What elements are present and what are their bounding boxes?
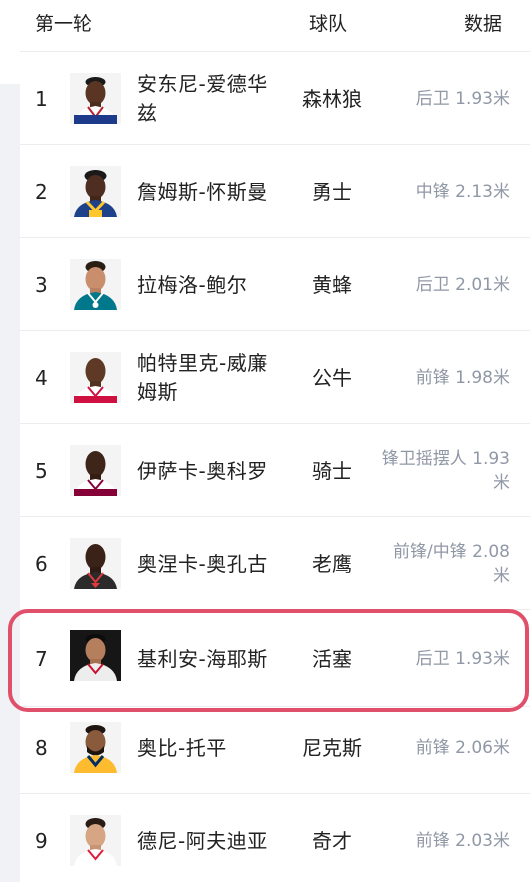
player-team: 奇才: [312, 829, 352, 853]
table-row[interactable]: 3 拉梅洛-鲍尔 黄蜂 后卫 2.01米: [20, 239, 530, 331]
player-avatar[interactable]: [70, 166, 121, 217]
player-info: 后卫 2.01米: [415, 275, 510, 295]
table-row[interactable]: 6 奥涅卡-奥孔古 老鹰 前锋/中锋 2.08米: [20, 518, 530, 610]
player-info: 中锋 2.13米: [415, 182, 510, 202]
player-name[interactable]: 詹姆斯-怀斯曼: [137, 146, 277, 238]
player-name[interactable]: 德尼-阿夫迪亚: [137, 795, 277, 882]
pick-number: 6: [35, 552, 48, 576]
player-team: 骑士: [312, 459, 352, 483]
player-team: 尼克斯: [302, 736, 362, 760]
pick-number: 8: [35, 736, 48, 760]
player-avatar[interactable]: [70, 722, 121, 773]
pick-number: 5: [35, 459, 48, 483]
player-info: 后卫 1.93米: [415, 89, 510, 109]
player-name[interactable]: 伊萨卡-奥科罗: [137, 425, 277, 517]
player-avatar[interactable]: [70, 352, 121, 403]
player-team: 勇士: [312, 180, 352, 204]
header-team: 球队: [309, 13, 348, 35]
player-team: 老鹰: [312, 552, 352, 576]
pick-number: 4: [35, 366, 48, 390]
pick-number: 2: [35, 180, 48, 204]
left-panel-edge: [0, 84, 20, 882]
highlight-frame: [8, 609, 529, 712]
draft-table: 第一轮 球队 数据 1 安东尼-爱德华兹 森林狼 后卫 1.93米 2 詹姆斯-…: [20, 0, 530, 882]
player-avatar[interactable]: [70, 815, 121, 866]
player-avatar[interactable]: [70, 538, 121, 589]
player-avatar[interactable]: [70, 73, 121, 124]
player-team: 黄蜂: [312, 273, 352, 297]
player-info: 前锋 1.98米: [415, 368, 510, 388]
player-name[interactable]: 奥涅卡-奥孔古: [137, 518, 277, 610]
player-info: 锋卫摇摆人 1.93米: [381, 449, 510, 493]
player-team: 森林狼: [302, 87, 362, 111]
table-row[interactable]: 8 奥比-托平 尼克斯 前锋 2.06米: [20, 702, 530, 794]
table-row[interactable]: 5 伊萨卡-奥科罗 骑士 锋卫摇摆人 1.93米: [20, 425, 530, 517]
player-name[interactable]: 安东尼-爱德华兹: [137, 53, 277, 145]
table-row[interactable]: 4 帕特里克-威廉姆斯 公牛 前锋 1.98米: [20, 332, 530, 424]
pick-number: 1: [35, 87, 48, 111]
pick-number: 3: [35, 273, 48, 297]
pick-number: 9: [35, 829, 48, 853]
table-header: 第一轮 球队 数据: [20, 0, 530, 52]
header-data: 数据: [464, 13, 503, 35]
player-avatar[interactable]: [70, 259, 121, 310]
player-name[interactable]: 奥比-托平: [137, 702, 277, 794]
table-row[interactable]: 9 德尼-阿夫迪亚 奇才 前锋 2.03米: [20, 795, 530, 882]
player-info: 前锋 2.03米: [415, 831, 510, 851]
player-name[interactable]: 拉梅洛-鲍尔: [137, 239, 277, 331]
player-info: 前锋 2.06米: [415, 738, 510, 758]
player-name[interactable]: 帕特里克-威廉姆斯: [137, 332, 277, 424]
player-info: 前锋/中锋 2.08米: [393, 542, 510, 586]
player-avatar[interactable]: [70, 445, 121, 496]
table-row[interactable]: 1 安东尼-爱德华兹 森林狼 后卫 1.93米: [20, 53, 530, 145]
header-round: 第一轮: [35, 13, 93, 35]
left-panel-top: [0, 0, 20, 84]
table-row[interactable]: 2 詹姆斯-怀斯曼 勇士 中锋 2.13米: [20, 146, 530, 238]
player-team: 公牛: [312, 366, 352, 390]
